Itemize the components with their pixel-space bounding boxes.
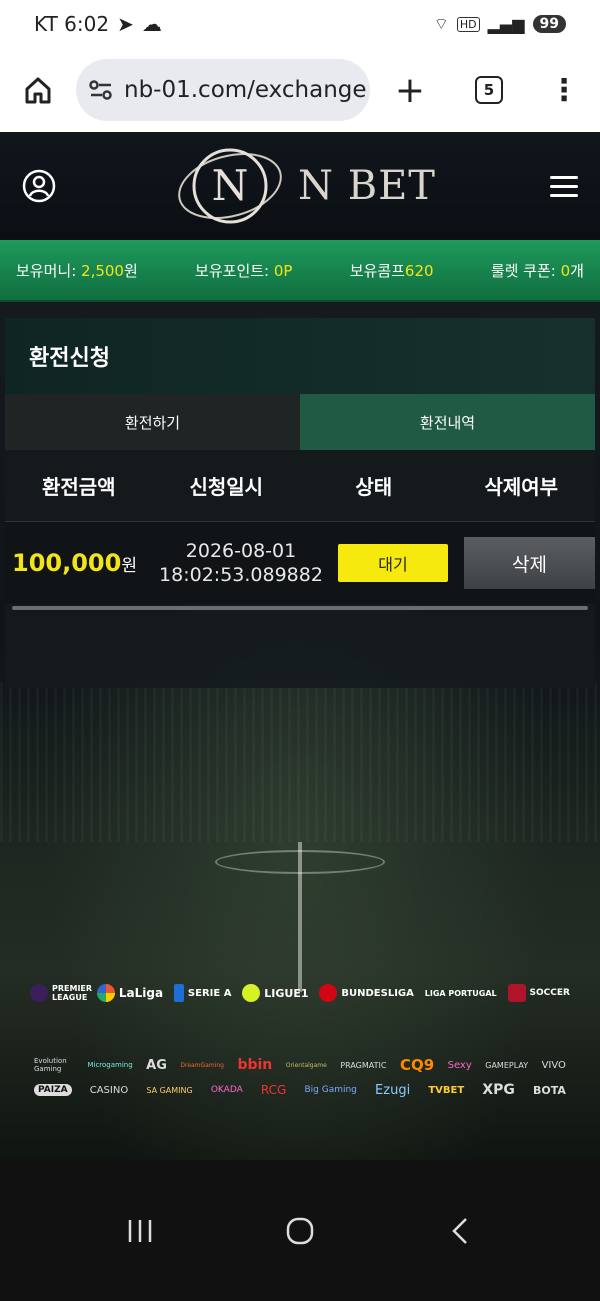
- hamburger-menu-icon[interactable]: [550, 170, 578, 203]
- table-header: 환전금액 신청일시 상태 삭제여부: [5, 450, 595, 522]
- serie-a-logo: SERIE A: [173, 984, 231, 1002]
- vendor-logos-row-2: PAIZA CASINO SA GAMING OKADA RCG Big Gam…: [34, 1082, 566, 1098]
- user-icon[interactable]: [22, 169, 56, 203]
- balance-bar: 보유머니: 2,500원 보유포인트: 0P 보유콤프620 룰렛 쿠폰: 0개: [0, 240, 600, 302]
- vendor-logo: Big Gaming: [304, 1085, 357, 1095]
- home-circle-icon: [286, 1217, 314, 1244]
- cloud-icon: ☁: [141, 12, 162, 36]
- bundesliga-logo: BUNDESLIGA: [319, 984, 414, 1002]
- row-amount: 100,000원: [12, 549, 137, 577]
- vendor-logo: GAMEPLAY: [485, 1060, 529, 1070]
- exchange-panel: 환전신청 환전하기 환전내역 환전금액 신청일시 상태 삭제여부 100,000…: [5, 318, 595, 688]
- vendor-logo: RCG: [260, 1083, 287, 1097]
- browser-toolbar: nb-01.com/exchange + 5 ⋮: [0, 48, 600, 132]
- vendor-logo: BOTA: [533, 1083, 566, 1097]
- tab-switcher-button[interactable]: 5: [450, 76, 528, 104]
- vendor-logo: SA GAMING: [146, 1085, 193, 1095]
- vendor-logo: Microgaming: [87, 1061, 133, 1069]
- mls-logo: SOCCER: [507, 984, 570, 1002]
- ligue1-logo: LIGUE1: [242, 984, 309, 1002]
- vendor-logo: XPG: [482, 1082, 515, 1098]
- vendor-logo: Sexy: [447, 1059, 472, 1071]
- site-header: N N BET: [0, 132, 600, 240]
- vendor-logo: Evolution Gaming: [34, 1057, 67, 1073]
- telegram-icon: ➤: [117, 12, 134, 36]
- vendor-logo: Orientalgame: [285, 1061, 327, 1069]
- vendor-logo: PRAGMATIC: [340, 1060, 387, 1070]
- delete-button[interactable]: 삭제: [464, 537, 595, 589]
- comp-balance: 보유콤프620: [349, 261, 434, 280]
- column-date: 신청일시: [189, 475, 264, 499]
- vendor-logo: TVBET: [428, 1084, 465, 1096]
- vendor-logo: PAIZA: [34, 1084, 72, 1096]
- hd-icon: HD: [456, 16, 480, 32]
- exchange-tabs: 환전하기 환전내역: [5, 394, 595, 450]
- vendor-logo: DreamGaming: [180, 1061, 224, 1069]
- vendor-logo: CQ9: [399, 1056, 435, 1074]
- signal-icon: ▂▄▆: [487, 14, 525, 34]
- money-balance: 보유머니: 2,500원: [16, 261, 138, 280]
- brand-name: N BET: [298, 163, 436, 209]
- vendor-logo: AG: [146, 1057, 167, 1073]
- home-button[interactable]: [0, 48, 76, 132]
- site-settings-icon[interactable]: [88, 78, 114, 102]
- coupon-balance: 룰렛 쿠폰: 0개: [490, 261, 584, 280]
- liga-portugal-logo: LIGA PORTUGAL: [424, 988, 497, 998]
- back-icon: [452, 1217, 467, 1244]
- row-datetime: 2026-08-01 18:02:53.089882: [159, 540, 323, 586]
- recent-apps-button[interactable]: [110, 1201, 170, 1261]
- vendor-logo: VIVO: [541, 1059, 566, 1071]
- point-balance: 보유포인트: 0P: [195, 261, 293, 280]
- status-bar: KT 6:02 ➤ ☁ ⌔ HD ▂▄▆ 99: [0, 0, 600, 48]
- column-amount: 환전금액: [41, 475, 116, 499]
- wifi-icon: ⌔: [433, 14, 449, 33]
- battery-indicator: 99: [532, 15, 566, 33]
- panel-title: 환전신청: [5, 318, 595, 394]
- site-logo[interactable]: N N BET: [170, 146, 436, 226]
- recent-apps-icon: [128, 1219, 152, 1242]
- home-nav-button[interactable]: [270, 1201, 330, 1261]
- carrier-time: KT 6:02: [34, 12, 110, 36]
- vendor-logos-row-1: Evolution Gaming Microgaming AG DreamGam…: [34, 1056, 566, 1074]
- table-row: 100,000원 2026-08-01 18:02:53.089882 대기 삭제: [5, 522, 595, 604]
- horizontal-scrollbar[interactable]: [12, 606, 588, 610]
- browser-menu-button[interactable]: ⋮: [528, 73, 600, 108]
- back-button[interactable]: [430, 1201, 490, 1261]
- vendor-logo: OKADA: [210, 1085, 243, 1095]
- address-bar[interactable]: nb-01.com/exchange: [76, 59, 370, 121]
- vendor-logo: bbin: [237, 1057, 273, 1073]
- tab-count: 5: [475, 76, 503, 104]
- league-logos: PREMIER LEAGUE LaLiga SERIE A LIGUE1 BUN…: [30, 984, 570, 1002]
- column-status: 상태: [355, 475, 393, 499]
- android-nav-bar: [0, 1160, 600, 1301]
- vendor-logo: Ezugi: [375, 1082, 411, 1098]
- status-badge: 대기: [338, 544, 448, 582]
- premier-league-logo: PREMIER LEAGUE: [30, 984, 92, 1002]
- laliga-logo: LaLiga: [96, 984, 163, 1002]
- column-delete: 삭제여부: [484, 475, 559, 499]
- new-tab-button[interactable]: +: [370, 70, 450, 111]
- tab-exchange-history[interactable]: 환전내역: [300, 394, 595, 450]
- vendor-logo: CASINO: [89, 1084, 129, 1096]
- tab-exchange[interactable]: 환전하기: [5, 394, 300, 450]
- home-icon: [25, 77, 51, 104]
- url-text: nb-01.com/exchange: [124, 77, 367, 103]
- nbet-emblem-icon: N: [178, 148, 282, 224]
- svg-text:N: N: [212, 161, 249, 210]
